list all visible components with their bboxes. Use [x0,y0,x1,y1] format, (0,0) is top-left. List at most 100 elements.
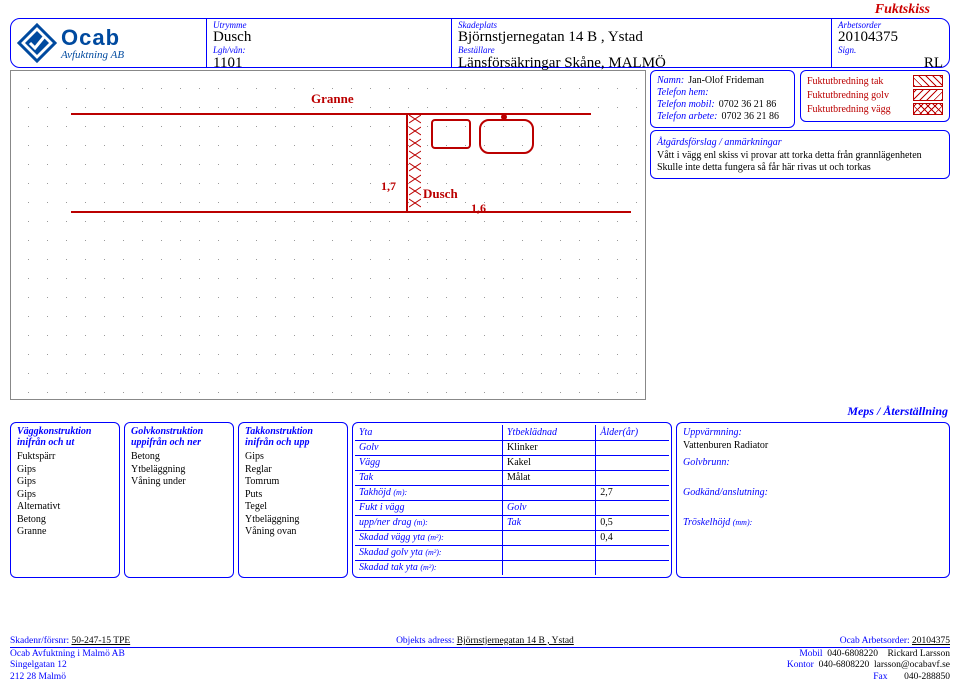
swatch-vagg-icon [913,103,943,115]
tak-item: Puts [245,489,341,502]
vagg-item: Fuktspärr [17,451,113,464]
uppv-value: Vattenburen Radiator [683,440,943,451]
v-skv: 0,4 [596,530,669,545]
tak-item: Tomrum [245,476,341,489]
legend-box: Fuktutbredning tak Fuktutbredning golv F… [800,70,950,122]
kon-value: 040-6808220 [819,660,870,670]
vagg-item: Alternativt [17,501,113,514]
r-skg: Skadad golv yta (m²): [355,545,502,560]
telarb-label: Telefon arbete: [657,111,717,122]
dot-grid [11,71,645,399]
golv-h2: uppifrån och ner [131,437,201,448]
th-yta: Yta [355,425,502,440]
v-takh: 2,7 [596,485,669,500]
v-vagg: Kakel [502,455,595,470]
action-box: Åtgärdsförslag / anmärkningar Vått i väg… [650,130,950,179]
person: Rickard Larsson [887,649,950,659]
r-skt: Skadad tak yta (m²): [355,560,502,575]
r-golv: Golv [355,440,502,455]
kon-label: Kontor [787,660,814,670]
sketch-wall-top [71,113,591,115]
legend-vagg: Fuktutbredning vägg [807,104,891,115]
sign-value: RL [838,56,943,72]
vagg-item: Granne [17,526,113,539]
logo-name: Ocab [61,25,124,51]
v-tak: Målat [502,470,595,485]
header-col-3: Arbetsorder20104375 Sign.RL [831,19,949,67]
golv-col: Golvkonstruktionuppifrån och ner Betong … [124,422,234,578]
v-fukt-golv: Golv [502,500,595,515]
mob-value: 040-6808220 [827,649,878,659]
telhem-label: Telefon hem: [657,87,709,98]
contact-box: Namn: Jan-Olof Frideman Telefon hem: Tele… [650,70,795,128]
arb-label: Ocab Arbetsorder: [840,636,910,646]
lgh-value: 1101 [213,56,445,72]
uppv-label: Uppvärmning: [683,427,943,438]
meps-label: Meps / Återställning [847,404,948,419]
vagg-h2: inifrån och ut [17,437,74,448]
vagg-h1: Väggkonstruktion [17,426,91,437]
swatch-tak-icon [913,75,943,87]
vagg-col: Väggkonstruktioninifrån och ut Fuktspärr… [10,422,120,578]
golvbrunn-label: Golvbrunn: [683,457,943,468]
doc-title: Fuktskiss [875,2,930,18]
fax-value: 040-288850 [904,672,950,682]
namn-value: Jan-Olof Frideman [688,75,764,86]
namn-label: Namn: [657,75,684,86]
sketch-fixture-1 [431,119,471,149]
r-takh: Takhöjd (m): [355,485,502,500]
vagg-item: Gips [17,464,113,477]
golv-item: Betong [131,451,227,464]
right-info: Uppvärmning: Vattenburen Radiator Golvbr… [676,422,950,578]
utrymme-value: Dusch [213,30,445,46]
sketch-wall-bottom [71,211,631,213]
golv-item: Våning under [131,476,227,489]
telarb-value: 0702 36 21 86 [721,111,779,122]
bestallare-value: Länsförsäkringar Skåne, MALMÖ [458,56,825,72]
r-skv: Skadad vägg yta (m²): [355,530,502,545]
th-alder: Ålder(år) [596,425,669,440]
vagg-item: Gips [17,489,113,502]
r-upp: upp/ner drag (m): [355,515,502,530]
footer: Skadenr/försnr: 50-247-15 TPE Objekts ad… [10,636,950,683]
v-golv: Klinker [502,440,595,455]
vagg-item: Gips [17,476,113,489]
swatch-golv-icon [913,89,943,101]
arbetsorder-value: 20104375 [838,30,943,46]
troskel-label: Tröskelhöjd (mm): [683,517,943,528]
sketch-hatch [409,115,421,211]
sketch-wall-vert [406,113,408,211]
atg-header: Åtgärdsförslag / anmärkningar [657,137,943,148]
legend-tak: Fuktutbredning tak [807,76,883,87]
sketch-dim-1: 1,7 [381,179,396,194]
logo: Ocab Avfuktning AB [11,19,206,67]
tak-h2: inifrån och upp [245,437,309,448]
tak-item: Gips [245,451,341,464]
header-col-1: UtrymmeDusch Lgh/vån:1101 [206,19,451,67]
v-upp-tak: Tak [502,515,595,530]
fax-label: Fax [873,672,887,682]
obj-value: Björnstjernegatan 14 B , Ystad [457,636,574,646]
obj-label: Objekts adress: [396,636,454,646]
sketch-fixture-2 [479,119,534,154]
header-col-2: SkadeplatsBjörnstjernegatan 14 B , Ystad… [451,19,831,67]
tak-item: Ytbeläggning [245,514,341,527]
tak-item: Reglar [245,464,341,477]
telmob-label: Telefon mobil: [657,99,715,110]
r-tak: Tak [355,470,502,485]
sketch-dot [501,114,507,120]
skadeplats-value: Björnstjernegatan 14 B , Ystad [458,30,825,46]
golv-item: Ytbeläggning [131,464,227,477]
golv-h1: Golvkonstruktion [131,426,203,437]
th-ytb: Ytbeklädnad [502,425,595,440]
legend-golv: Fuktutbredning golv [807,90,889,101]
sketch-label-granne: Granne [311,91,354,107]
comp-1: Ocab Avfuktning i Malmö AB [10,649,125,660]
comp-2: Singelgatan 12 [10,660,125,671]
sketch-dim-2: 1,6 [471,201,486,216]
lgh-label: Lgh/vån: [213,46,445,55]
tak-item: Tegel [245,501,341,514]
vagg-item: Betong [17,514,113,527]
tak-item: Våning ovan [245,526,341,539]
telmob-value: 0702 36 21 86 [719,99,777,110]
